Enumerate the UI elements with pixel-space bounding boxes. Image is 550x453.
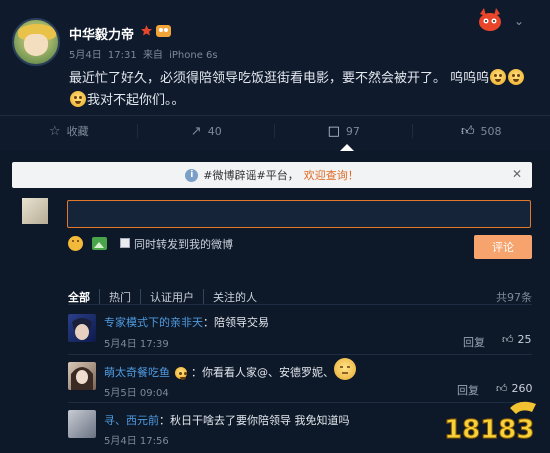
notice-prefix[interactable]: #微博辟谣#平台， bbox=[203, 167, 298, 183]
comment-count: 97 bbox=[345, 124, 360, 138]
comment-like-count: 25 bbox=[517, 333, 532, 346]
comment-like-button[interactable]: 👍︎ 25 bbox=[502, 333, 532, 346]
comment-username[interactable]: 萌太奇餐吃鱼 bbox=[104, 366, 170, 379]
repost-count: 40 bbox=[207, 124, 222, 138]
filter-tab-following[interactable]: 关注的人 bbox=[213, 289, 266, 305]
reply-button[interactable]: 回复 bbox=[463, 334, 485, 350]
like-button[interactable]: 👍︎ 508 bbox=[413, 116, 550, 146]
emoji-picker-icon[interactable] bbox=[68, 236, 83, 251]
repost-checkbox-label: 同时转发到我的微博 bbox=[134, 238, 233, 251]
post-text-line1: 最近忙了好久，必须得陪领导吃饭逛街看电影，要不然会被开了。 呜呜呜 bbox=[69, 71, 490, 86]
favorite-button[interactable]: ☆ 收藏 bbox=[0, 116, 138, 146]
info-icon: i bbox=[185, 168, 199, 182]
comment-content: ：你看看人家@、安德罗妮、 bbox=[191, 366, 334, 379]
comment-text: 专家模式下的亲非天：陪领导交易 bbox=[104, 314, 269, 330]
rumor-notice-banner: i #微博辟谣#平台， 欢迎查询！ bbox=[12, 162, 532, 188]
crying-emoji-icon bbox=[70, 91, 86, 107]
comment-content: ：陪领导交易 bbox=[203, 316, 269, 329]
comment-text: 寻、西元前：秋日干啥去了要你陪领导 我免知道吗 bbox=[104, 412, 350, 428]
poster-avatar[interactable] bbox=[12, 18, 60, 66]
comment-avatar[interactable] bbox=[68, 410, 96, 438]
comment-content: ：秋日干啥去了要你陪领导 我免知道吗 bbox=[159, 414, 350, 427]
poster-username[interactable]: 中华毅力帝 bbox=[69, 24, 134, 43]
comment-username[interactable]: 专家模式下的亲非天 bbox=[104, 316, 203, 329]
comment-username[interactable]: 寻、西元前 bbox=[104, 414, 159, 427]
comment-time: 5月4日 17:56 bbox=[104, 436, 169, 447]
thumbs-up-icon: 👍︎ bbox=[502, 333, 514, 346]
like-count: 508 bbox=[480, 124, 502, 138]
sweat-emoji-icon bbox=[334, 358, 356, 380]
star-outline-icon: ☆ bbox=[48, 123, 61, 139]
comment-like-button[interactable]: 👍︎ 260 bbox=[496, 382, 533, 395]
comment-avatar[interactable] bbox=[68, 362, 96, 390]
crying-emoji-icon bbox=[490, 69, 507, 85]
reply-button[interactable]: 回复 bbox=[457, 382, 479, 398]
watermark-text: 18183 bbox=[444, 415, 534, 445]
post-action-bar: ☆ 收藏 ↗ 40 □ 97 👍︎ 508 bbox=[0, 116, 550, 146]
comment-time: 5月5日 09:04 bbox=[104, 388, 169, 399]
post-source[interactable]: iPhone 6s bbox=[169, 50, 218, 61]
comment-icon: □ bbox=[327, 123, 340, 139]
submit-comment-button[interactable]: 评论 bbox=[474, 235, 532, 259]
repost-button[interactable]: ↗ 40 bbox=[138, 116, 275, 146]
post-text-line2: 我对不起你们。。 bbox=[87, 93, 185, 108]
repost-checkbox[interactable] bbox=[120, 238, 130, 248]
my-avatar bbox=[22, 198, 48, 224]
vip-badge-icon bbox=[174, 367, 187, 380]
thumbs-up-icon: 👍︎ bbox=[460, 123, 475, 139]
comment-panel-caret bbox=[340, 144, 354, 151]
comment-button[interactable]: □ 97 bbox=[275, 116, 413, 146]
repost-icon: ↗ bbox=[190, 123, 202, 139]
close-icon[interactable]: ✕ bbox=[512, 167, 522, 181]
filter-tab-hot[interactable]: 热门 bbox=[109, 289, 141, 305]
comment-avatar[interactable] bbox=[68, 314, 96, 342]
member-badge-icon bbox=[156, 24, 171, 38]
post-meta: 5月4日 17:31 来自 iPhone 6s bbox=[69, 46, 221, 61]
comment-like-count: 260 bbox=[511, 382, 533, 395]
image-upload-icon[interactable] bbox=[92, 237, 107, 250]
post-time[interactable]: 17:31 bbox=[108, 50, 137, 61]
comment-total: 共97条 bbox=[496, 291, 532, 304]
favorite-label: 收藏 bbox=[66, 125, 89, 138]
vip-star-icon bbox=[140, 24, 153, 37]
site-watermark-logo: 18183 bbox=[440, 398, 546, 448]
post-menu-chevron-icon[interactable]: ⌄ bbox=[514, 14, 524, 28]
decoration-character-icon bbox=[476, 8, 504, 32]
divider bbox=[68, 354, 532, 355]
thumbs-up-icon: 👍︎ bbox=[496, 382, 508, 395]
comment-text: 萌太奇餐吃鱼 ：你看看人家@、安德罗妮、 bbox=[104, 364, 334, 380]
divider bbox=[68, 304, 532, 305]
post-text: 最近忙了好久，必须得陪领导吃饭逛街看电影，要不然会被开了。 呜呜呜 我对不起你们… bbox=[69, 68, 529, 112]
post-source-prefix: 来自 bbox=[142, 50, 163, 61]
comment-time: 5月4日 17:39 bbox=[104, 339, 169, 350]
comment-input[interactable] bbox=[67, 200, 531, 228]
filter-tab-verified[interactable]: 认证用户 bbox=[150, 289, 204, 305]
notice-highlight-link[interactable]: 欢迎查询！ bbox=[304, 167, 359, 183]
filter-tab-all[interactable]: 全部 bbox=[68, 289, 100, 305]
comment-filter-tabs: 全部 热门 认证用户 关注的人 bbox=[68, 289, 275, 305]
post-date[interactable]: 5月4日 bbox=[69, 50, 102, 61]
crying-emoji-icon bbox=[508, 69, 525, 85]
